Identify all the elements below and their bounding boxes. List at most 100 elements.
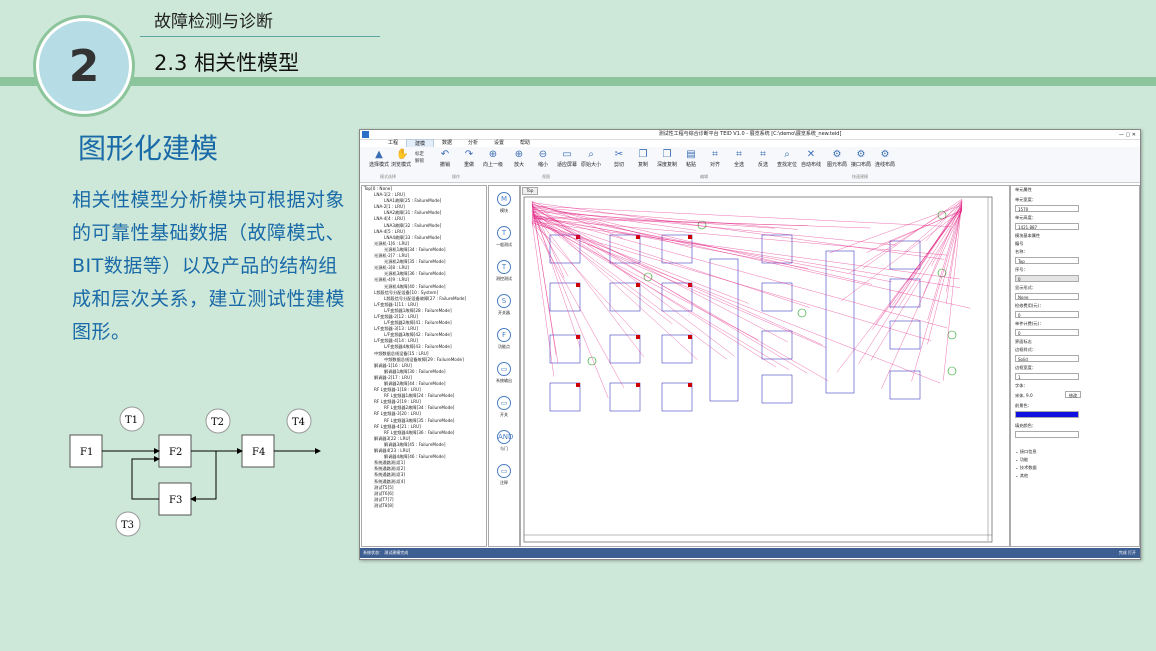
- model-block[interactable]: [662, 383, 692, 411]
- ribbon-button-16[interactable]: ⌕ 查找定位: [776, 150, 798, 168]
- ribbon-button-18[interactable]: ⚙ 图元布局: [826, 150, 848, 168]
- page-heading: 图形化建模: [78, 127, 218, 167]
- node-f1-label: F1: [80, 447, 93, 458]
- ribbon-button-20[interactable]: ⚙ 连线布局: [874, 150, 896, 168]
- palette-icon-7: AND: [497, 430, 511, 444]
- diagram-frame: [524, 197, 992, 542]
- palette-item-8[interactable]: ▭ 注释: [489, 464, 519, 486]
- palette-item-1[interactable]: T 一般测试: [489, 226, 519, 248]
- section-interface[interactable]: ⌄ 接口信息: [1015, 449, 1037, 455]
- ribbon-label-19: 接口布局: [851, 162, 871, 168]
- ribbon-icon-20: ⚙: [880, 150, 890, 160]
- ribbon-icon-6: ⊖: [538, 150, 548, 160]
- tree-node[interactable]: 测试T8[8]: [362, 503, 486, 509]
- model-block[interactable]: [610, 335, 640, 363]
- palette-item-4[interactable]: F 功能点: [489, 328, 519, 350]
- ribbon-label-16: 查找定位: [777, 162, 797, 168]
- ribbon-button-4[interactable]: ⊕ 向上一级: [482, 150, 504, 168]
- ribbon-button-9[interactable]: ✂ 剪切: [608, 150, 630, 168]
- ribbon-button-8[interactable]: ⌕ 原始大小: [580, 150, 602, 168]
- ribbon-button-17[interactable]: ✕ 自动布线: [800, 150, 822, 168]
- ribbon-button-0[interactable]: ▲ 选择模式: [368, 150, 390, 168]
- block-marker: [636, 283, 640, 287]
- height-field[interactable]: 1421.887: [1015, 223, 1079, 230]
- palette-label-1: 一般测试: [496, 242, 512, 247]
- ribbon-button-6[interactable]: ⊖ 缩小: [532, 150, 554, 168]
- model-canvas[interactable]: Top: [520, 185, 1010, 547]
- bus-block[interactable]: [826, 251, 854, 393]
- model-block[interactable]: [890, 321, 920, 349]
- palette-item-0[interactable]: M 模块: [489, 192, 519, 214]
- menu-settings[interactable]: 设置: [486, 139, 512, 147]
- name-field[interactable]: Top: [1015, 257, 1079, 264]
- palette-icon-5: ▭: [497, 362, 511, 376]
- width-field[interactable]: 1570: [1015, 205, 1079, 212]
- display-label: 显示形式：: [1015, 285, 1036, 291]
- test-node[interactable]: [798, 309, 806, 317]
- window-title: 测试性工程与综合诊断平台 TEID V1.0 - 展览系统 [C:\demo\展…: [659, 131, 842, 137]
- ribbon-label-7: 适应屏幕: [557, 162, 577, 168]
- block-marker: [636, 383, 640, 387]
- back-color-picker[interactable]: [1015, 431, 1079, 438]
- ribbon-button-13[interactable]: ⌗ 对齐: [704, 150, 726, 168]
- fore-color-picker[interactable]: [1015, 411, 1079, 418]
- test-node[interactable]: [948, 367, 956, 375]
- wire: [532, 215, 822, 345]
- section-other[interactable]: ⌄ 其他: [1015, 473, 1028, 479]
- ribbon-label-15: 反选: [758, 162, 768, 168]
- palette-item-7[interactable]: AND 与门: [489, 430, 519, 452]
- palette-label-5: 系统输出: [496, 378, 512, 383]
- ribbon-button-2[interactable]: ↶ 撤销: [434, 150, 456, 168]
- ribbon-icon-19: ⚙: [856, 150, 866, 160]
- line-style-select[interactable]: Solid: [1015, 355, 1079, 362]
- menu-help[interactable]: 帮助: [512, 139, 538, 147]
- menu-data[interactable]: 数据: [434, 139, 460, 147]
- ribbon-button-19[interactable]: ⚙ 接口布局: [850, 150, 872, 168]
- model-block[interactable]: [762, 375, 792, 403]
- ribbon-button-12[interactable]: ▤ 粘贴: [680, 150, 702, 168]
- section-function[interactable]: ⌄ 功能: [1015, 457, 1028, 463]
- ribbon-button-3[interactable]: ↷ 重做: [458, 150, 480, 168]
- palette-item-6[interactable]: ▭ 开关: [489, 396, 519, 418]
- model-block[interactable]: [550, 335, 580, 363]
- ribbon-label-5: 放大: [514, 162, 524, 168]
- ribbon-small-0[interactable]: 标定: [415, 151, 424, 157]
- menu-modeling[interactable]: 建模: [406, 139, 434, 147]
- cost2-field[interactable]: 0: [1015, 329, 1079, 336]
- model-tree[interactable]: Top[0 : None] LNA-1[2 : LRU] LNA1故障[25 : F…: [361, 185, 487, 547]
- tab-top[interactable]: Top: [522, 187, 538, 195]
- ribbon-label-1: 浏览模式: [391, 162, 411, 168]
- ribbon-button-1[interactable]: ✋ 浏览模式: [390, 150, 412, 168]
- test-node[interactable]: [948, 331, 956, 339]
- model-block[interactable]: [662, 335, 692, 363]
- line-width-field[interactable]: 1: [1015, 373, 1079, 380]
- ribbon-button-7[interactable]: ▭ 适应屏幕: [556, 150, 578, 168]
- ribbon-button-15[interactable]: ⌗ 反选: [752, 150, 774, 168]
- ribbon-button-11[interactable]: ❐ 深度复制: [656, 150, 678, 168]
- ribbon-label-14: 全选: [734, 162, 744, 168]
- font-edit-button[interactable]: 修改: [1065, 391, 1081, 398]
- model-block[interactable]: [610, 383, 640, 411]
- ribbon-label-13: 对齐: [710, 162, 720, 168]
- model-block[interactable]: [762, 283, 792, 311]
- palette-item-3[interactable]: S 开关器: [489, 294, 519, 316]
- menu-analysis[interactable]: 分析: [460, 139, 486, 147]
- display-select[interactable]: None: [1015, 293, 1079, 300]
- model-block[interactable]: [890, 371, 920, 399]
- ribbon-button-14[interactable]: ⌗ 全选: [728, 150, 750, 168]
- ribbon-button-5[interactable]: ⊕ 放大: [508, 150, 530, 168]
- palette-icon-8: ▭: [497, 464, 511, 478]
- palette-item-2[interactable]: T 测控测试: [489, 260, 519, 282]
- palette-label-0: 模块: [500, 208, 508, 213]
- section-tech[interactable]: ⌄ 技术数据: [1015, 465, 1037, 471]
- system-block[interactable]: [710, 259, 738, 401]
- border-label: 界面标志: [1015, 339, 1032, 345]
- ribbon-small-1[interactable]: 解锁: [415, 158, 424, 164]
- palette-item-5[interactable]: ▭ 系统输出: [489, 362, 519, 384]
- menu-project[interactable]: 工程: [380, 139, 406, 147]
- no-label: 序号：: [1015, 267, 1028, 273]
- model-block[interactable]: [550, 283, 580, 311]
- cost1-field[interactable]: 0: [1015, 311, 1079, 318]
- model-block[interactable]: [550, 383, 580, 411]
- ribbon-button-10[interactable]: ❐ 复制: [632, 150, 654, 168]
